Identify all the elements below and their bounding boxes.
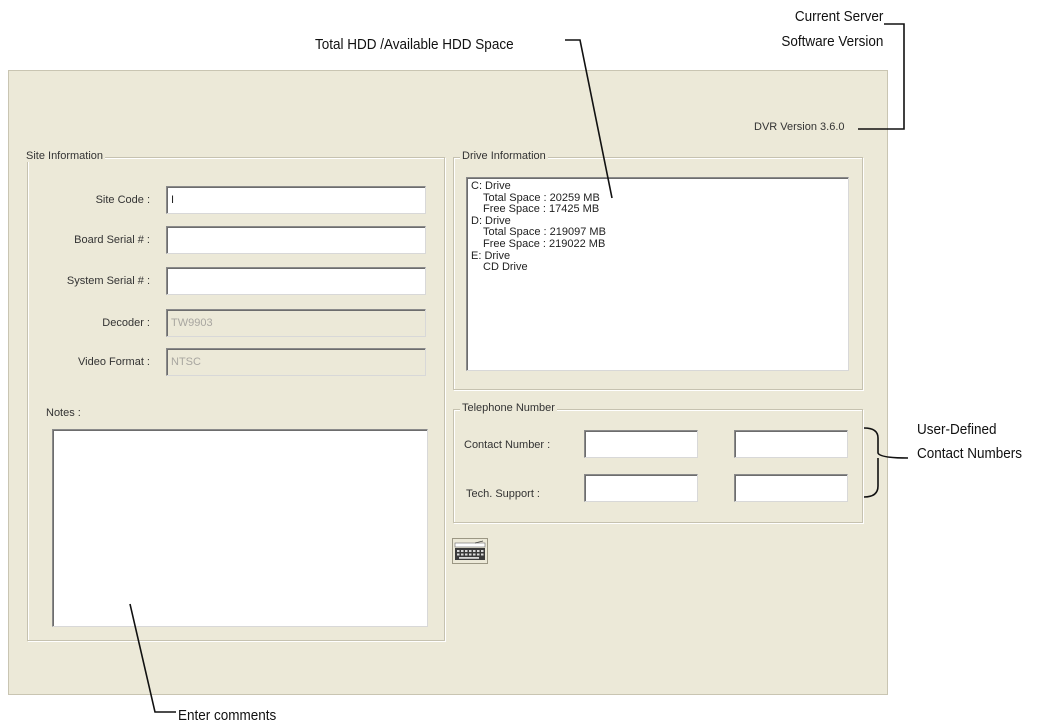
contact-bracket [863, 427, 909, 498]
version-leader-line [858, 23, 905, 130]
annotation-leader-lines [129, 23, 909, 713]
comments-leader-line [129, 603, 176, 713]
hdd-leader-line [565, 39, 613, 199]
